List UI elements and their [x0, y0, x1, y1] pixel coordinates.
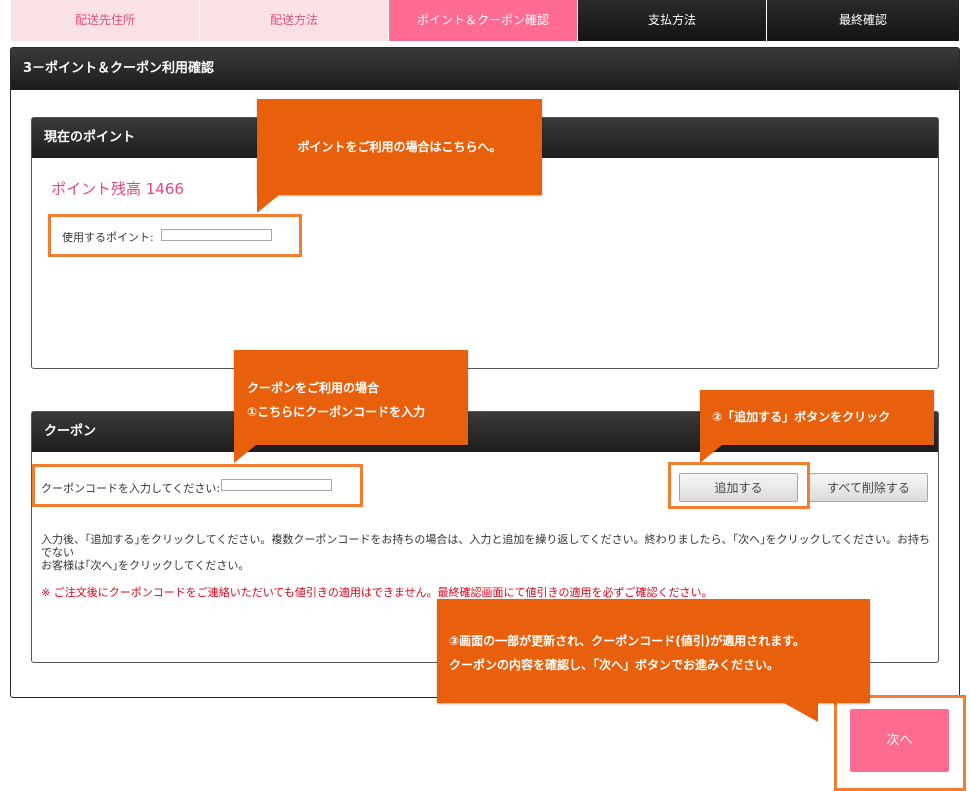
points-callout: ポイントをご利用の場合はこちらへ。	[257, 99, 542, 195]
step-tab-shipping-method[interactable]: 配送方法	[200, 0, 388, 41]
coupon-callout-line: ①こちらにクーポンコードを入力	[247, 405, 426, 419]
coupon-instructions-line: お客様は｢次へ｣をクリックしてください。	[41, 559, 250, 572]
step-tab-label: ポイント＆クーポン確認	[416, 13, 549, 27]
step-tab-label: 支払方法	[647, 13, 696, 27]
add-callout-tail	[700, 445, 722, 463]
section-title: 3－ポイント＆クーポン利用確認	[11, 48, 959, 90]
step-tab-final-confirm: 最終確認	[767, 0, 959, 41]
coupon-input-highlight	[32, 464, 363, 507]
step-tab-points-coupon[interactable]: ポイント＆クーポン確認	[389, 0, 577, 41]
coupon-instructions: 入力後、｢追加する｣をクリックしてください。複数クーポンコードをお持ちの場合は、…	[41, 533, 931, 572]
coupon-callout: クーポンをご利用の場合 ①こちらにクーポンコードを入力	[234, 350, 468, 445]
result-callout-tail	[784, 703, 818, 722]
coupon-warning: ※ ご注文後にクーポンコードをご連絡いただいても値引きの適用はできません。最終確…	[41, 586, 713, 599]
add-callout: ②「追加する」ボタンをクリック	[700, 390, 934, 445]
next-button-highlight	[834, 695, 966, 791]
result-callout: ③画面の一部が更新され、クーポンコード(値引)が適用されます。 クーポンの内容を…	[437, 599, 870, 703]
step-tab-label: 配送先住所	[74, 13, 135, 27]
coupon-callout-tail	[234, 445, 256, 463]
result-callout-line: ③画面の一部が更新され、クーポンコード(値引)が適用されます。	[449, 634, 806, 648]
step-tab-payment: 支払方法	[578, 0, 766, 41]
add-button-highlight	[668, 462, 810, 509]
points-balance: ポイント残高 1466	[51, 180, 184, 198]
step-tab-shipping-address[interactable]: 配送先住所	[11, 0, 199, 41]
step-tab-label: 配送方法	[269, 13, 318, 27]
coupon-callout-line: クーポンをご利用の場合	[247, 381, 380, 395]
result-callout-line: クーポンの内容を確認し、「次へ」ボタンでお進みください。	[449, 658, 780, 672]
step-tab-label: 最終確認	[838, 13, 887, 27]
points-input-highlight	[48, 214, 302, 257]
remove-all-coupons-button[interactable]: すべて削除する	[809, 473, 928, 502]
coupon-instructions-line: 入力後、｢追加する｣をクリックしてください。複数クーポンコードをお持ちの場合は、…	[41, 533, 931, 559]
points-callout-tail	[257, 195, 279, 213]
